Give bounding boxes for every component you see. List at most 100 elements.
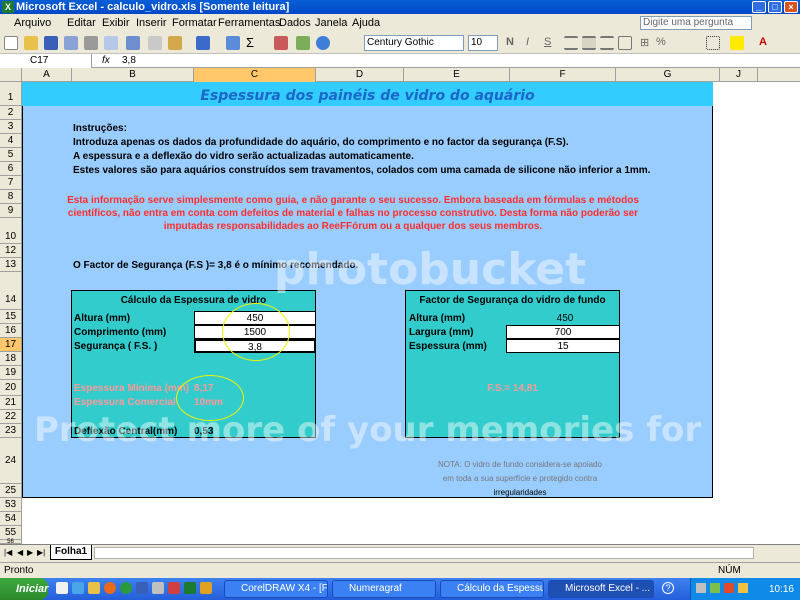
row-header[interactable]: 13 [0, 258, 22, 272]
firefox-icon[interactable] [104, 582, 116, 594]
tab-next-icon[interactable]: ▶ [27, 548, 33, 557]
tray-icon[interactable] [724, 583, 734, 593]
row-header[interactable]: 22 [0, 410, 22, 424]
close-button[interactable]: × [784, 1, 798, 13]
column-header-e[interactable]: E [404, 68, 510, 82]
font-size-select[interactable]: 10 [468, 35, 498, 51]
formula-input[interactable]: 3,8 [122, 54, 136, 68]
autosum-icon[interactable]: Σ [246, 36, 260, 50]
menu-ajuda[interactable]: Ajuda [352, 17, 380, 29]
new-file-icon[interactable] [4, 36, 18, 50]
menu-janela[interactable]: Janela [315, 17, 347, 29]
underline-button[interactable]: S [544, 36, 558, 50]
sort-icon[interactable] [274, 36, 288, 50]
menu-dados[interactable]: Dados [279, 17, 311, 29]
task-numeragraf[interactable]: Numeragraf [332, 580, 436, 598]
row-header[interactable]: 12 [0, 244, 22, 258]
fill-color-icon[interactable] [730, 36, 744, 50]
tab-prev-icon[interactable]: ◀ [17, 548, 23, 557]
help-question-input[interactable]: Digite uma pergunta [640, 16, 752, 30]
column-header-b[interactable]: B [72, 68, 194, 82]
quicklaunch-icon[interactable] [120, 582, 132, 594]
row-header[interactable]: 2 [0, 106, 22, 120]
bold-button[interactable]: N [506, 36, 520, 50]
help-icon[interactable]: ? [662, 582, 674, 594]
paste-icon[interactable] [168, 36, 182, 50]
menu-arquivo[interactable]: Arquivo [14, 17, 51, 29]
currency-icon[interactable]: ⊞ [640, 36, 654, 50]
align-right-icon[interactable] [600, 36, 614, 50]
row-header[interactable]: 7 [0, 176, 22, 190]
row-header[interactable]: 6 [0, 162, 22, 176]
task-browser[interactable]: Cálculo da Espessur... [440, 580, 544, 598]
horizontal-scrollbar[interactable] [94, 547, 754, 559]
menu-inserir[interactable]: Inserir [136, 17, 167, 29]
row-header[interactable]: 55 [0, 526, 22, 540]
undo-icon[interactable] [196, 36, 210, 50]
save-icon[interactable] [44, 36, 58, 50]
quicklaunch-icon[interactable] [136, 582, 148, 594]
row-header[interactable]: 25 [0, 484, 22, 498]
print-icon[interactable] [84, 36, 98, 50]
merge-center-icon[interactable] [618, 36, 632, 50]
minimize-button[interactable]: _ [752, 1, 766, 13]
row-header[interactable]: 21 [0, 396, 22, 410]
print-preview-icon[interactable] [104, 36, 118, 50]
maximize-button[interactable]: □ [768, 1, 782, 13]
open-folder-icon[interactable] [24, 36, 38, 50]
width-input[interactable]: 700 [506, 325, 620, 339]
column-header-a[interactable]: A [22, 68, 72, 82]
row-header[interactable]: 19 [0, 366, 22, 380]
quicklaunch-icon[interactable] [200, 582, 212, 594]
row-header[interactable]: 10 [0, 218, 22, 244]
row-header[interactable]: 54 [0, 512, 22, 526]
column-header-j[interactable]: J [720, 68, 758, 82]
align-left-icon[interactable] [564, 36, 578, 50]
tray-icon[interactable] [696, 583, 706, 593]
quicklaunch-icon[interactable] [56, 582, 68, 594]
tray-icon[interactable] [710, 583, 720, 593]
task-excel[interactable]: Microsoft Excel - ... [548, 580, 654, 598]
hyperlink-icon[interactable] [226, 36, 240, 50]
name-box[interactable]: C17 [0, 54, 92, 68]
column-header-d[interactable]: D [316, 68, 404, 82]
tray-icon[interactable] [738, 583, 748, 593]
row-header[interactable]: 24 [0, 438, 22, 484]
menu-ferramentas[interactable]: Ferramentas [218, 17, 280, 29]
menu-formatar[interactable]: Formatar [172, 17, 217, 29]
row-header[interactable]: 15 [0, 310, 22, 324]
row-header[interactable]: 5 [0, 148, 22, 162]
row-header[interactable]: 20 [0, 380, 22, 396]
column-header-f[interactable]: F [510, 68, 616, 82]
tab-first-icon[interactable]: |◀ [4, 548, 12, 557]
row-header[interactable]: 1 [0, 82, 22, 106]
row-header[interactable]: 9 [0, 204, 22, 218]
borders-icon[interactable] [706, 36, 720, 50]
italic-button[interactable]: I [526, 36, 540, 50]
thickness-input[interactable]: 15 [506, 339, 620, 353]
tab-last-icon[interactable]: ▶| [37, 548, 45, 557]
permission-icon[interactable] [64, 36, 78, 50]
sheet-tab-folha1[interactable]: Folha1 [50, 545, 92, 560]
menu-exibir[interactable]: Exibir [102, 17, 130, 29]
row-header-selected[interactable]: 17 [0, 338, 22, 352]
help-icon[interactable] [316, 36, 330, 50]
font-name-select[interactable]: Century Gothic [364, 35, 464, 51]
row-header[interactable]: 8 [0, 190, 22, 204]
copy-icon[interactable] [148, 36, 162, 50]
row-header[interactable]: 4 [0, 134, 22, 148]
row-header[interactable]: 18 [0, 352, 22, 366]
align-center-icon[interactable] [582, 36, 596, 50]
quicklaunch-icon[interactable] [72, 582, 84, 594]
column-header-g[interactable]: G [616, 68, 720, 82]
column-header-c[interactable]: C [194, 68, 316, 82]
font-color-icon[interactable]: A [756, 36, 770, 50]
row-header[interactable]: 16 [0, 324, 22, 338]
row-header[interactable]: 53 [0, 498, 22, 512]
row-header[interactable]: 14 [0, 272, 22, 310]
row-header[interactable]: 23 [0, 424, 22, 438]
quicklaunch-icon[interactable] [168, 582, 180, 594]
menu-editar[interactable]: Editar [67, 17, 96, 29]
fx-icon[interactable]: fx [102, 54, 110, 68]
select-all-corner[interactable] [0, 68, 22, 82]
